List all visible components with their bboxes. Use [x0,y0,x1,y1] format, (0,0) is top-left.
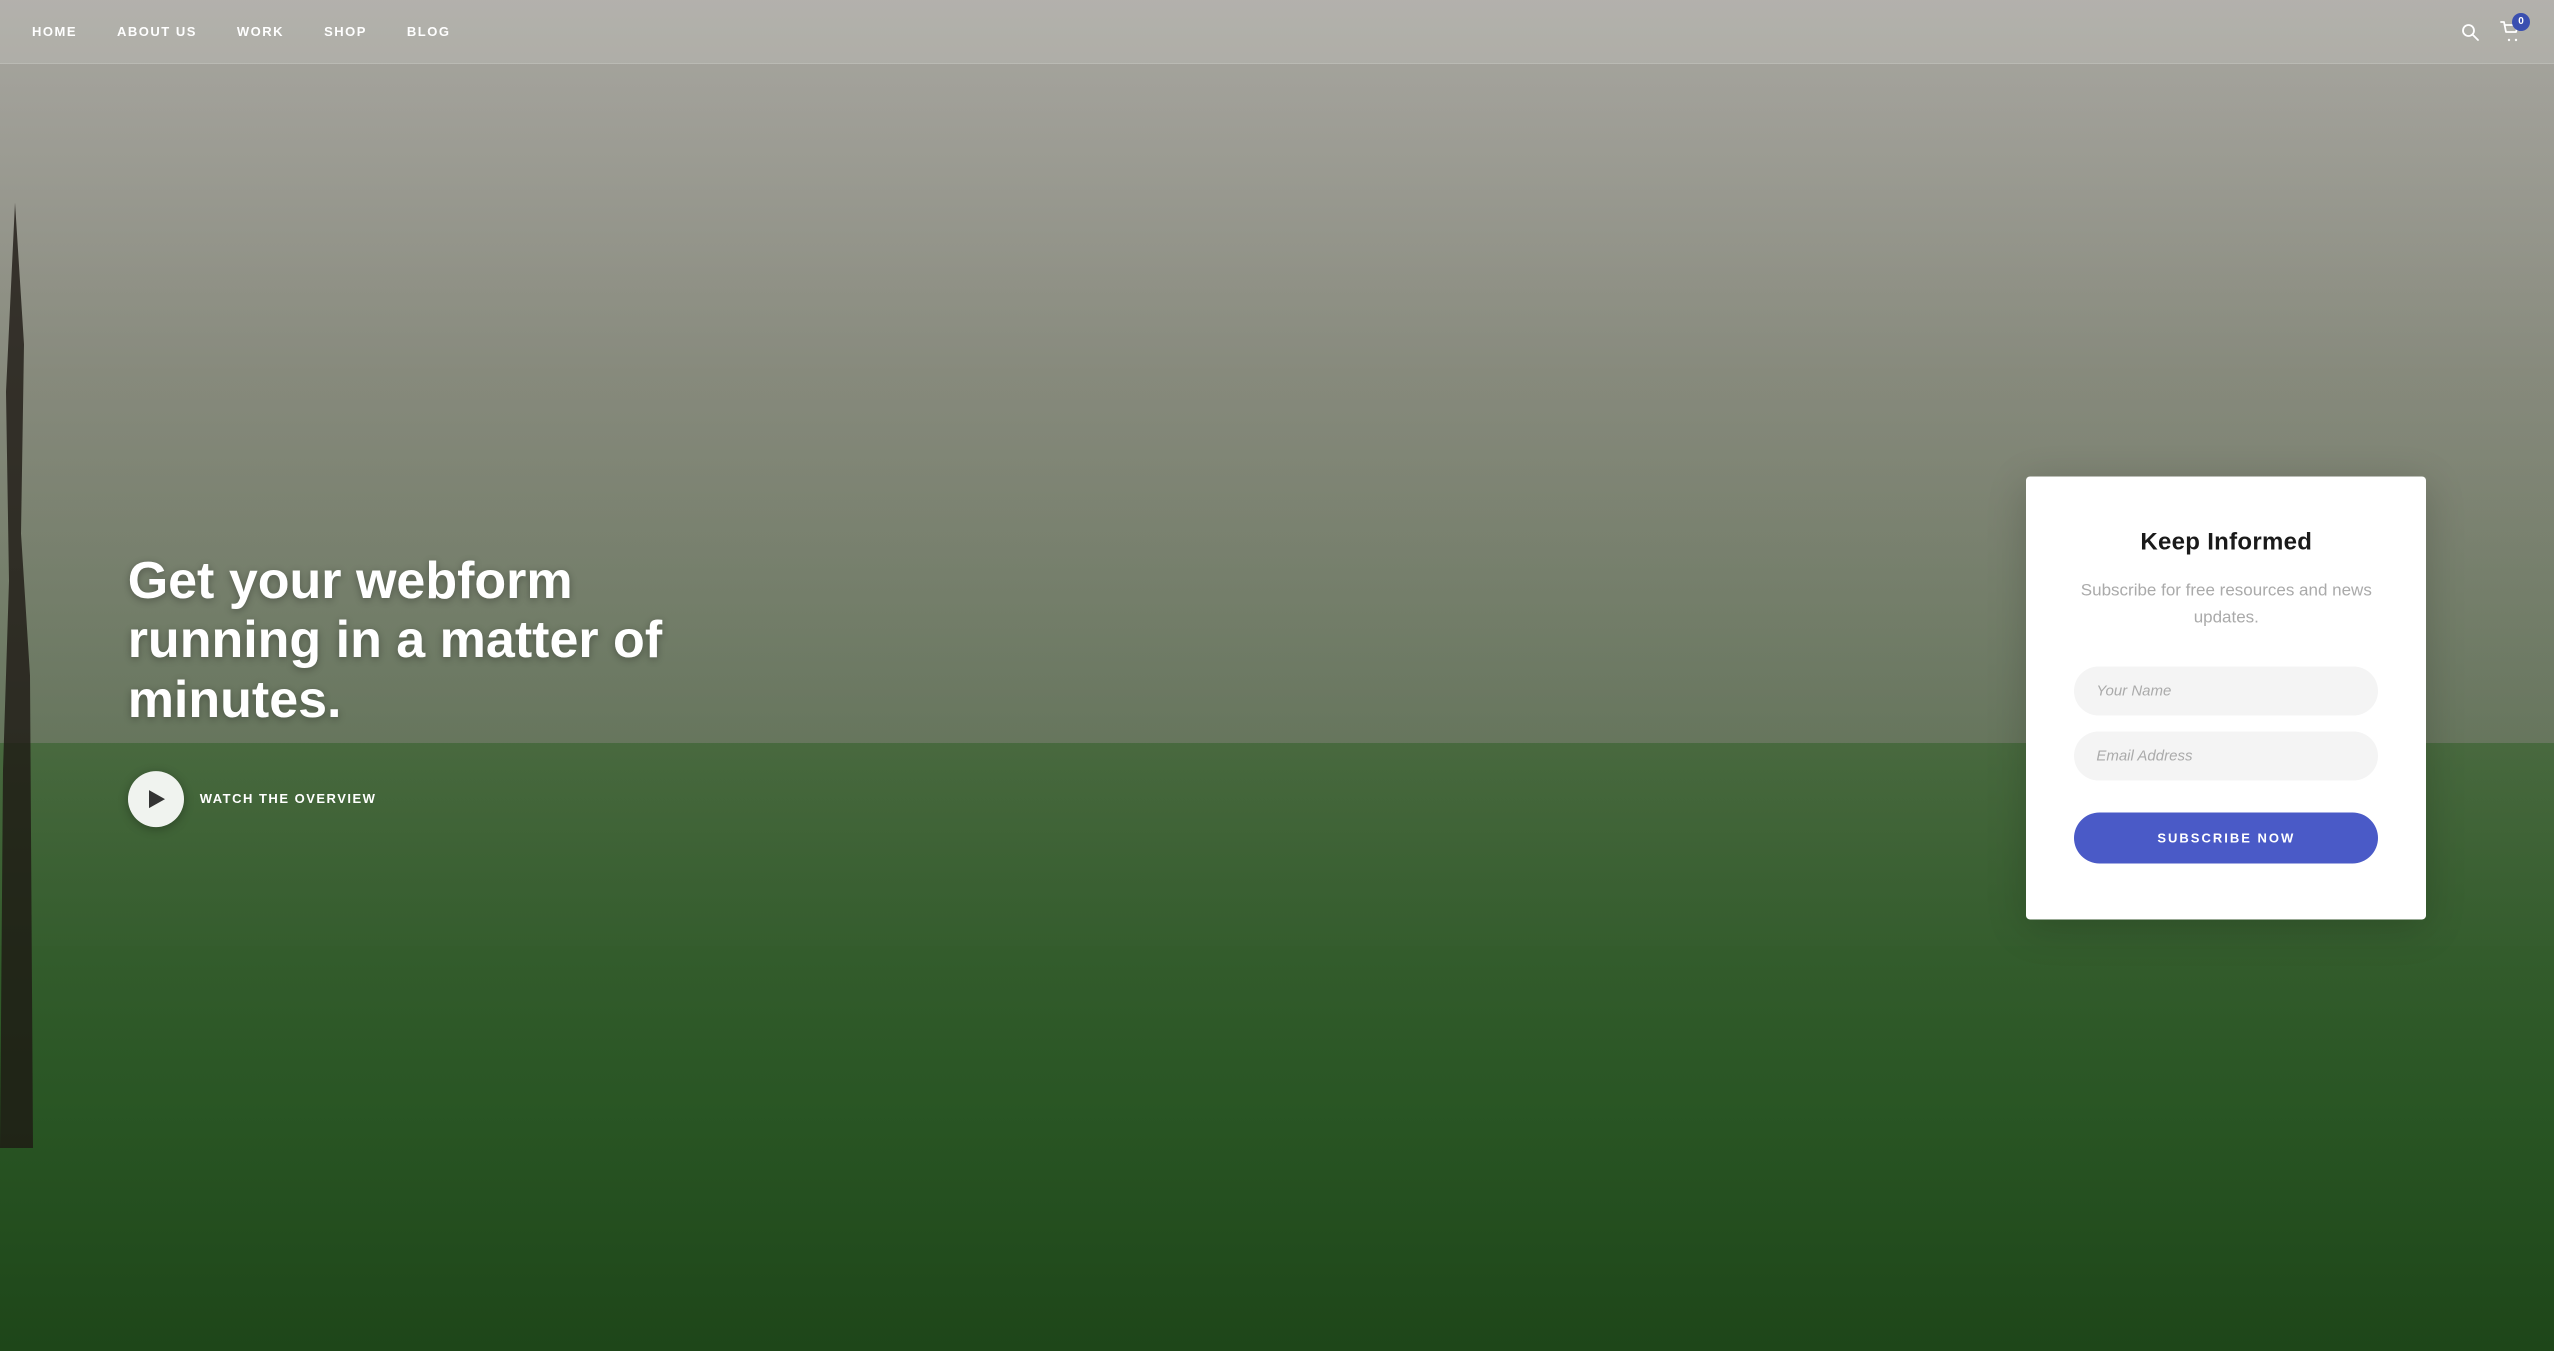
nav-links: HOME ABOUT US WORK SHOP BLOG [32,24,450,39]
nav-item-home[interactable]: HOME [32,24,77,39]
name-field-group [2074,666,2378,715]
play-button[interactable] [128,771,184,827]
play-icon [149,790,165,808]
hero-section: HOME ABOUT US WORK SHOP BLOG [0,0,2554,1351]
name-input[interactable] [2074,666,2378,715]
nav-item-blog[interactable]: BLOG [407,24,451,39]
card-subtitle: Subscribe for free resources and news up… [2074,576,2378,630]
nav-actions: 0 [2460,21,2522,43]
nav-item-about[interactable]: ABOUT US [117,24,197,39]
hero-headline: Get your webform running in a matter of … [128,552,728,731]
nav-item-shop[interactable]: SHOP [324,24,367,39]
subscribe-button[interactable]: SUBSCRIBE NOW [2074,812,2378,863]
card-title: Keep Informed [2074,528,2378,556]
cart-badge: 0 [2512,13,2530,31]
search-icon[interactable] [2460,22,2480,42]
cart-icon-wrapper[interactable]: 0 [2500,21,2522,43]
email-field-group [2074,731,2378,780]
nav-item-work[interactable]: WORK [237,24,284,39]
email-input[interactable] [2074,731,2378,780]
watch-overview-button[interactable]: WATCH THE OVERVIEW [128,771,728,827]
navbar: HOME ABOUT US WORK SHOP BLOG [0,0,2554,64]
hero-content: Get your webform running in a matter of … [128,552,728,827]
watch-label: WATCH THE OVERVIEW [200,791,377,806]
subscribe-card: Keep Informed Subscribe for free resourc… [2026,476,2426,919]
